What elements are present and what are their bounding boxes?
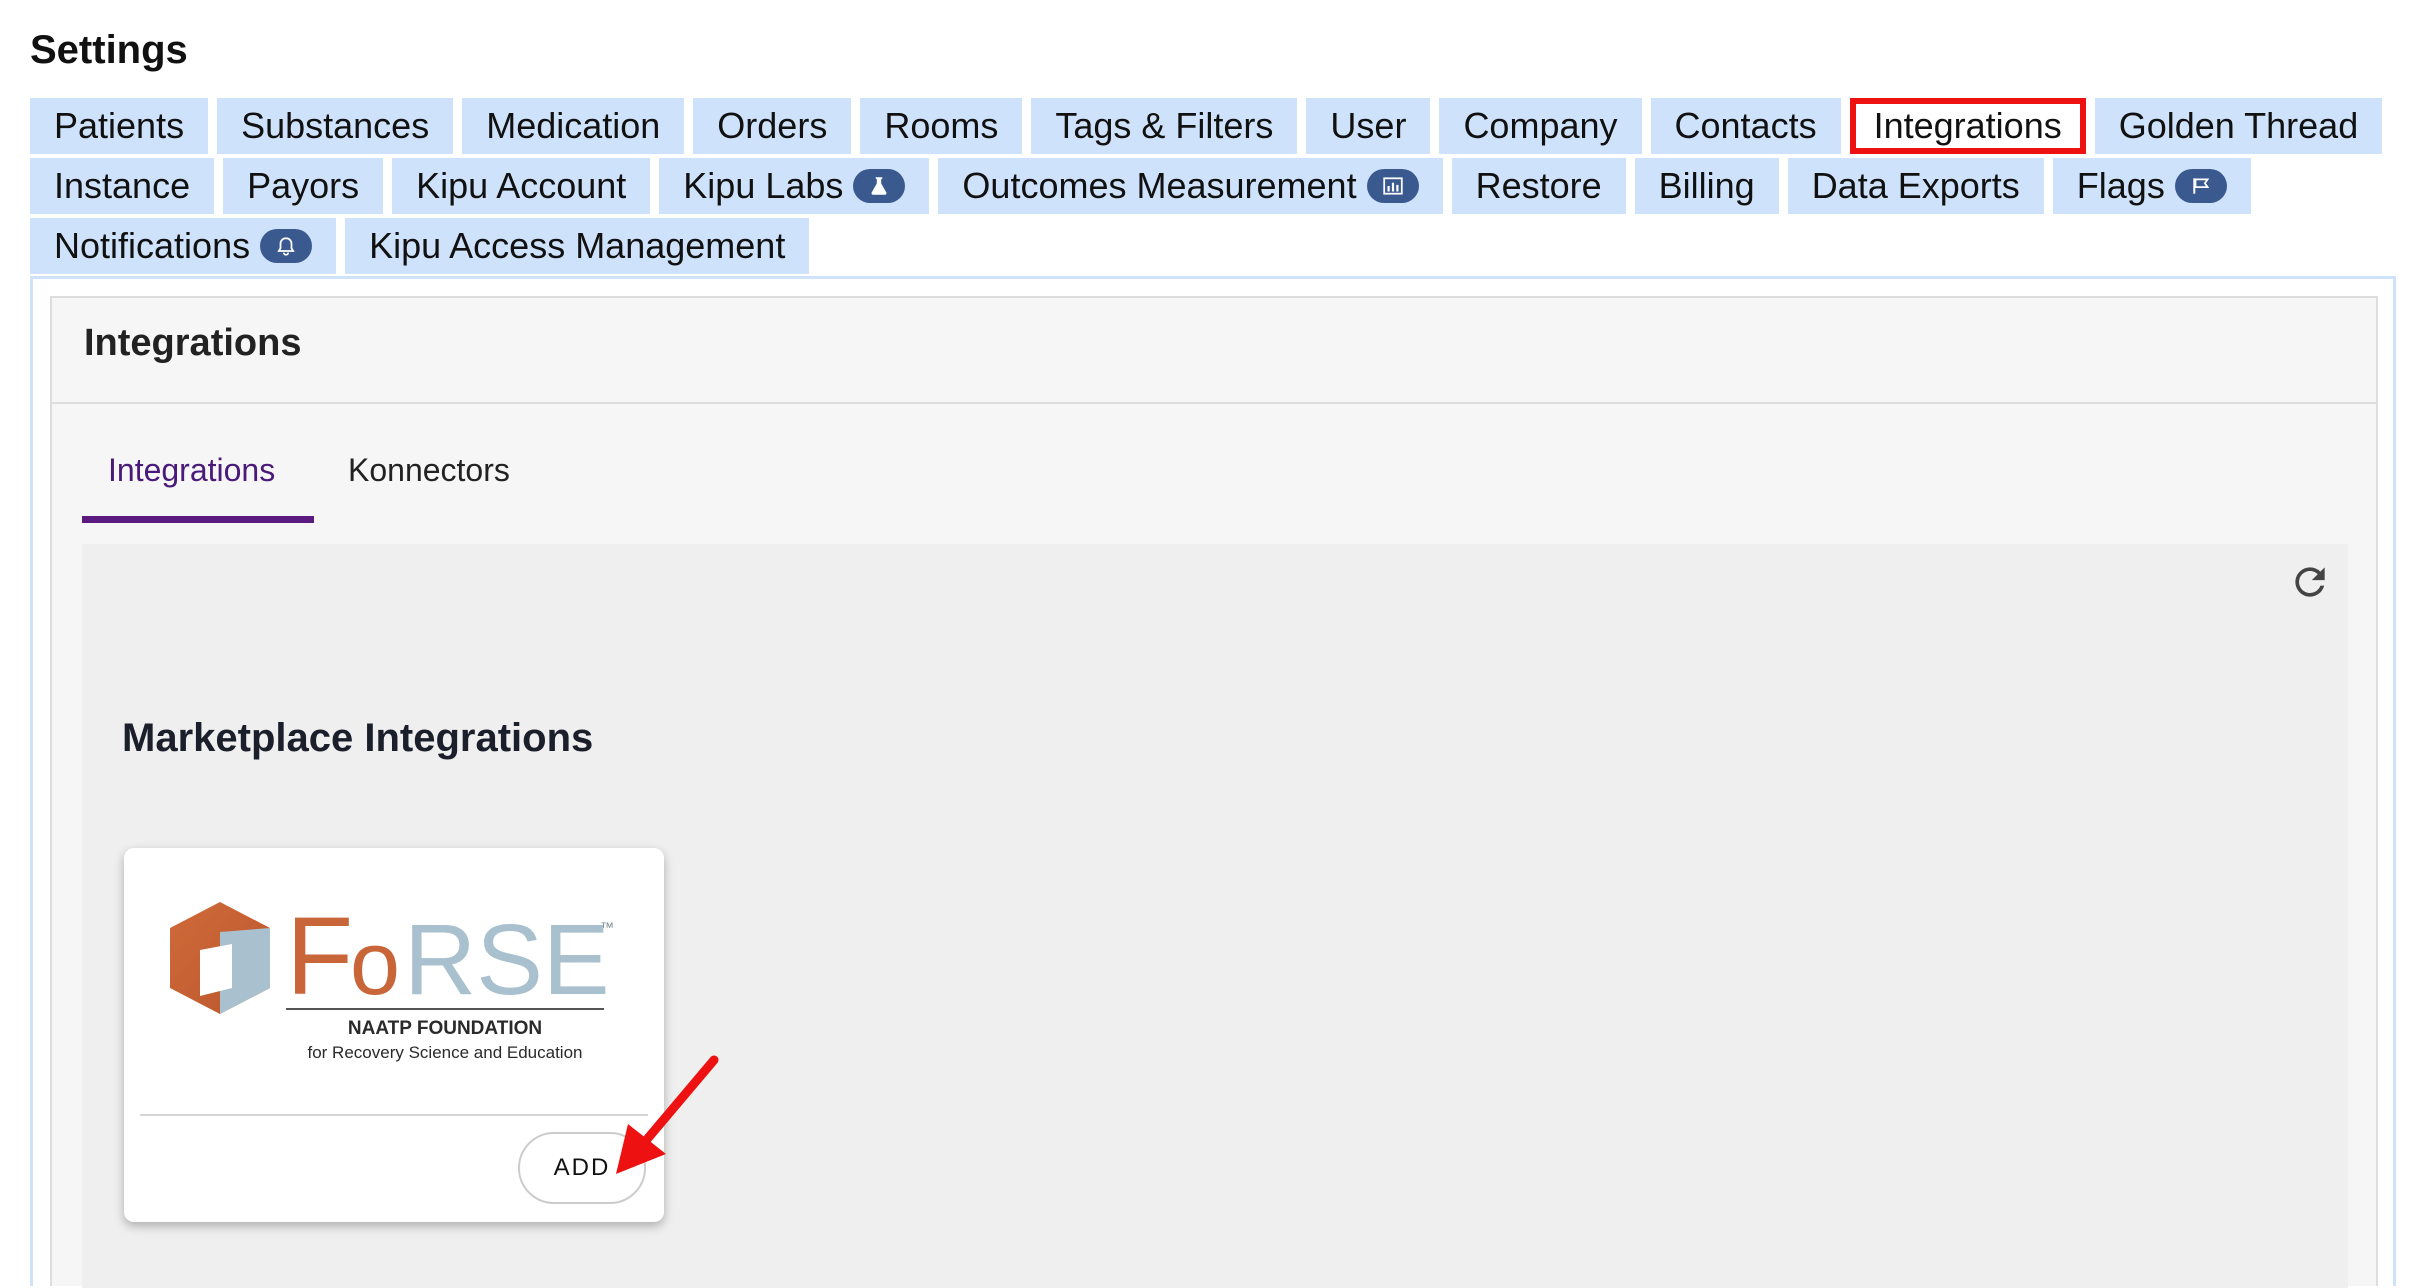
tab-orders[interactable]: Orders [693, 98, 852, 154]
integrations-panel: Integrations Integrations Konnectors Mar… [50, 296, 2378, 1288]
logo-letter-f: F [286, 895, 353, 1018]
settings-tabs: Patients Substances Medication Orders Ro… [30, 98, 2410, 278]
hex-mark-cutout [200, 944, 232, 996]
subtab-integrations[interactable]: Integrations [108, 452, 275, 489]
panel-divider [52, 402, 2376, 404]
tab-contacts[interactable]: Contacts [1650, 98, 1841, 154]
page-title: Settings [30, 28, 188, 72]
tab-patients[interactable]: Patients [30, 98, 209, 154]
tab-medication[interactable]: Medication [462, 98, 685, 154]
tab-data-exports[interactable]: Data Exports [1787, 158, 2044, 214]
tab-row-3: Notifications Kipu Access Management [30, 218, 2410, 274]
logo-line-foundation: NAATP FOUNDATION [348, 1018, 542, 1039]
logo-rule [286, 1008, 604, 1010]
flask-icon [853, 169, 906, 203]
logo-letter-o: o [350, 914, 400, 1014]
tab-restore[interactable]: Restore [1451, 158, 1626, 214]
bell-icon [260, 229, 313, 263]
active-subtab-indicator [82, 516, 314, 523]
card-divider [140, 1114, 648, 1116]
tab-company[interactable]: Company [1439, 98, 1642, 154]
tab-kipu-labs[interactable]: Kipu Labs [659, 158, 930, 214]
logo-letters-rse: RSE [404, 904, 610, 1016]
tab-kipu-account[interactable]: Kipu Account [392, 158, 651, 214]
tab-rooms[interactable]: Rooms [860, 98, 1023, 154]
tab-integrations[interactable]: Integrations [1849, 98, 2086, 154]
annotation-arrow [616, 1055, 719, 1174]
integration-card-forse: F o RSE ™ NAATP FOUNDATION for Recovery … [124, 848, 664, 1222]
panel-title: Integrations [84, 322, 302, 364]
flag-icon [2174, 169, 2227, 203]
logo-line-tagline: for Recovery Science and Education [308, 1043, 583, 1062]
tab-billing[interactable]: Billing [1634, 158, 1779, 214]
tab-kipu-access-management[interactable]: Kipu Access Management [345, 218, 810, 274]
tab-row-1: Patients Substances Medication Orders Ro… [30, 98, 2410, 154]
tab-outcomes-measurement[interactable]: Outcomes Measurement [938, 158, 1443, 214]
tab-tags-filters[interactable]: Tags & Filters [1031, 98, 1298, 154]
refresh-icon[interactable] [2288, 560, 2332, 604]
tab-instance[interactable]: Instance [30, 158, 215, 214]
forse-logo: F o RSE ™ NAATP FOUNDATION for Recovery … [170, 895, 614, 1062]
section-heading: Marketplace Integrations [122, 716, 594, 760]
tab-user[interactable]: User [1306, 98, 1431, 154]
integrations-content: Marketplace Integrations F o RSE ™ NAATP… [82, 544, 2348, 1288]
tab-payors[interactable]: Payors [223, 158, 384, 214]
tab-golden-thread[interactable]: Golden Thread [2094, 98, 2383, 154]
subtab-konnectors[interactable]: Konnectors [348, 452, 510, 489]
tab-substances[interactable]: Substances [217, 98, 454, 154]
trademark-mark: ™ [600, 919, 614, 935]
tab-row-2: Instance Payors Kipu Account Kipu Labs O… [30, 158, 2410, 214]
bar-chart-icon [1366, 169, 1419, 203]
tab-notifications[interactable]: Notifications [30, 218, 337, 274]
tab-flags[interactable]: Flags [2052, 158, 2251, 214]
